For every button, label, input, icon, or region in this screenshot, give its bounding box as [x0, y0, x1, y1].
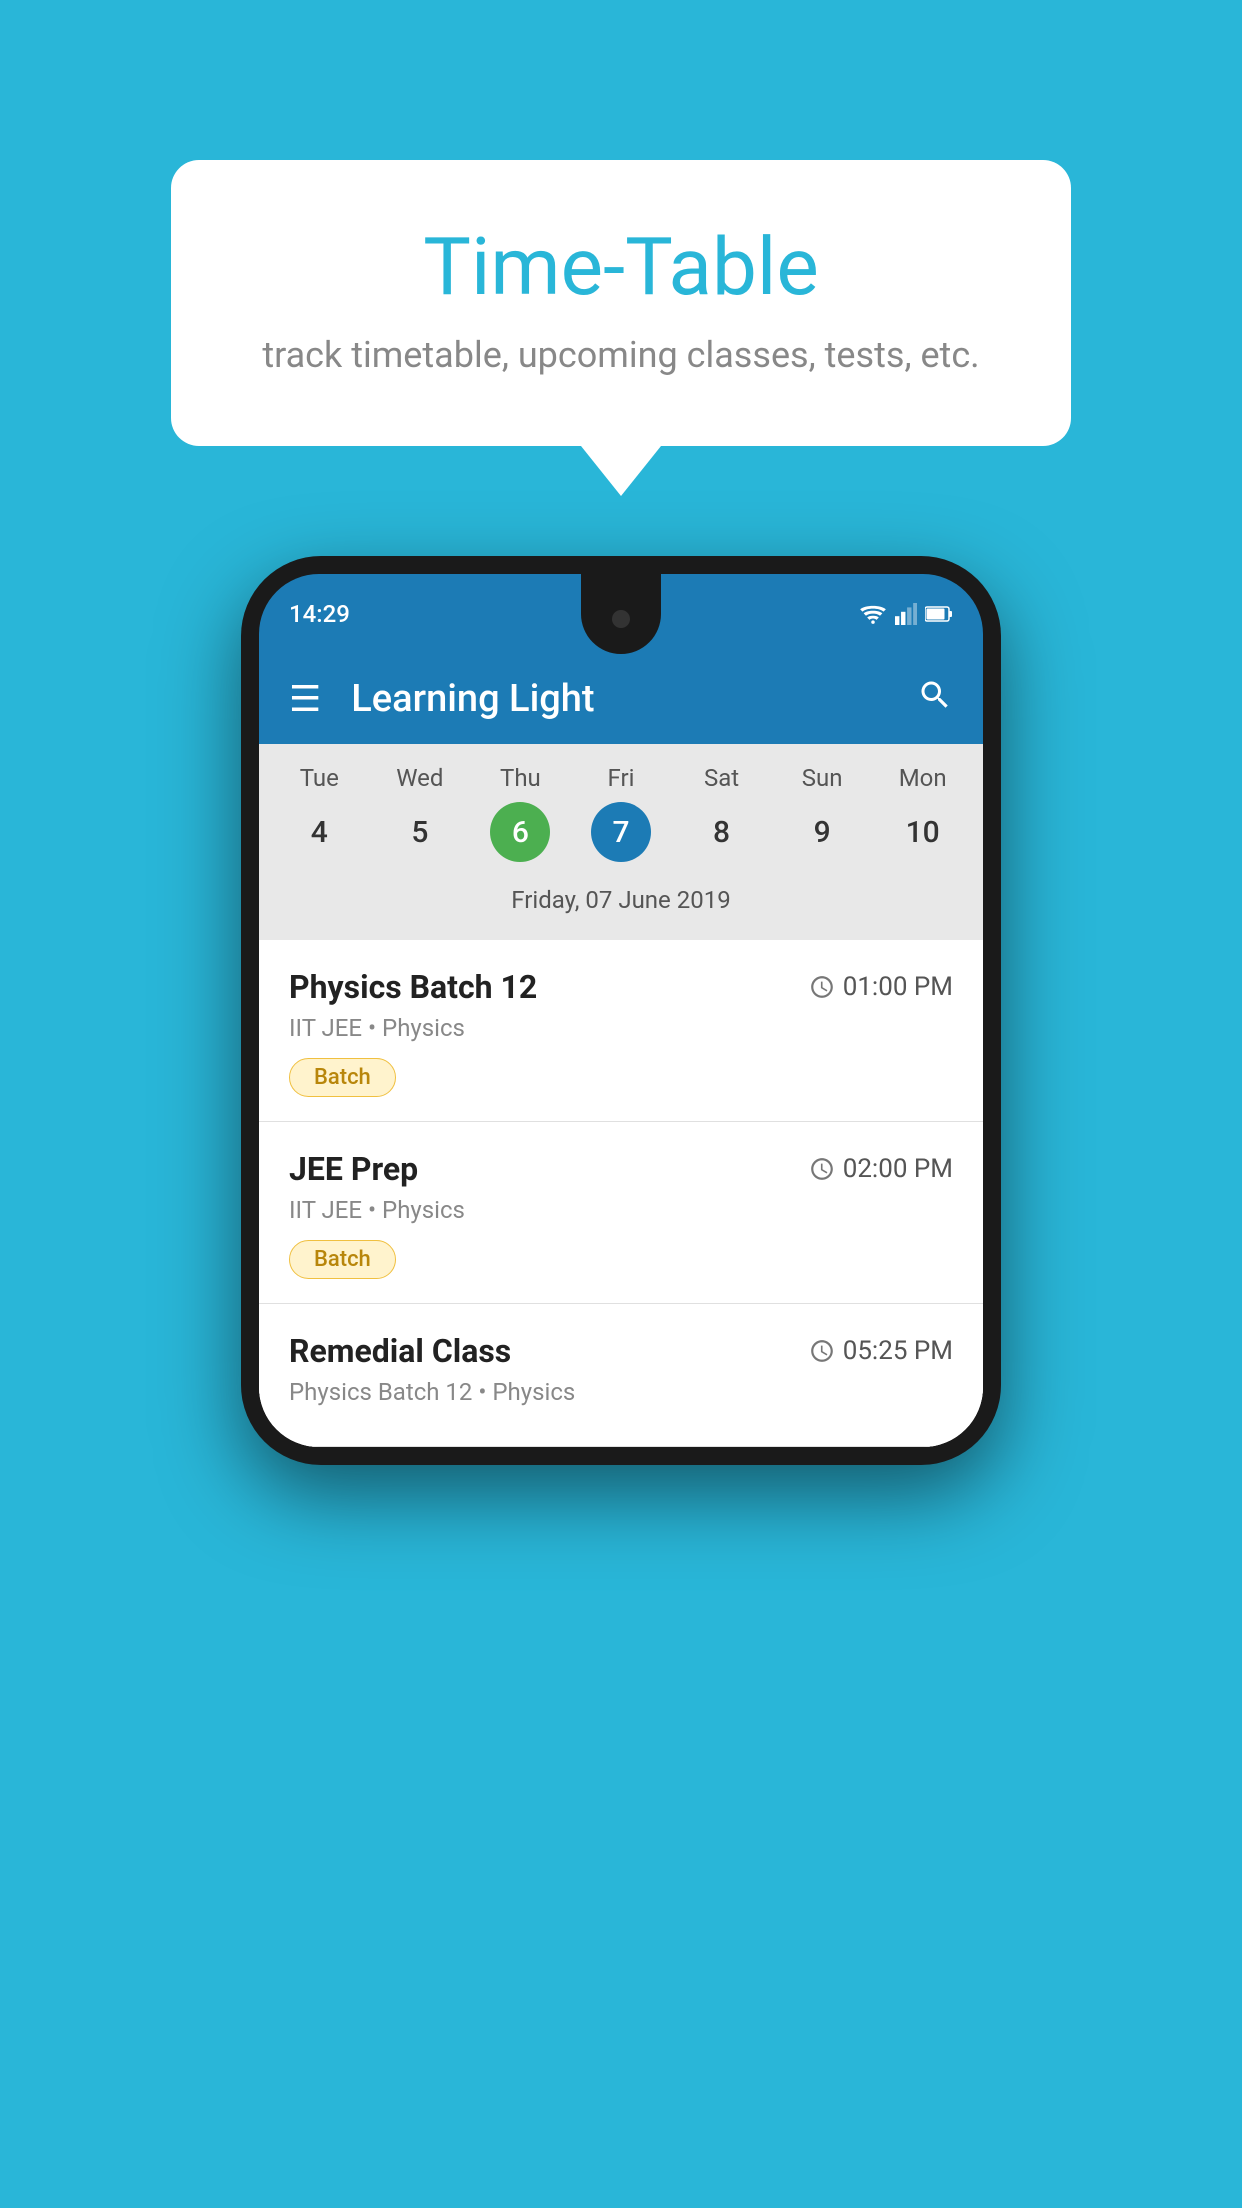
day-label-sun: Sun: [802, 764, 843, 792]
phone-screen: ☰ Learning Light Tue 4 Wed: [259, 654, 983, 1447]
day-num-fri: 7: [591, 802, 651, 862]
selected-date-label: Friday, 07 June 2019: [269, 874, 973, 930]
camera-dot: [612, 610, 630, 628]
day-col-sat[interactable]: Sat 8: [677, 764, 767, 862]
schedule-time-2: 02:00 PM: [809, 1154, 953, 1184]
status-time: 14:29: [289, 600, 350, 628]
day-col-tue[interactable]: Tue 4: [274, 764, 364, 862]
schedule-item-3[interactable]: Remedial Class 05:25 PM Physics Batch 12…: [259, 1304, 983, 1447]
schedule-title-3: Remedial Class: [289, 1332, 511, 1370]
status-icons: [859, 603, 953, 625]
phone-mockup: 14:29: [241, 556, 1001, 1465]
days-row: Tue 4 Wed 5 Thu 6 Fri 7: [269, 764, 973, 862]
phone-notch: [581, 574, 661, 654]
schedule-title-1: Physics Batch 12: [289, 968, 537, 1006]
schedule-title-2: JEE Prep: [289, 1150, 418, 1188]
day-label-thu: Thu: [500, 764, 541, 792]
schedule-time-3: 05:25 PM: [809, 1336, 953, 1366]
day-num-sun: 9: [792, 802, 852, 862]
day-col-wed[interactable]: Wed 5: [375, 764, 465, 862]
schedule-item-1-header: Physics Batch 12 01:00 PM: [289, 968, 953, 1006]
day-num-thu: 6: [490, 802, 550, 862]
schedule-list: Physics Batch 12 01:00 PM IIT JEE • Phys…: [259, 940, 983, 1447]
schedule-item-1[interactable]: Physics Batch 12 01:00 PM IIT JEE • Phys…: [259, 940, 983, 1122]
day-num-wed: 5: [390, 802, 450, 862]
day-num-mon: 10: [893, 802, 953, 862]
batch-badge-1: Batch: [289, 1058, 396, 1097]
schedule-meta-1: IIT JEE • Physics: [289, 1014, 953, 1042]
day-col-fri[interactable]: Fri 7: [576, 764, 666, 862]
app-subtitle: track timetable, upcoming classes, tests…: [251, 334, 991, 376]
app-bar: ☰ Learning Light: [259, 654, 983, 744]
schedule-item-2[interactable]: JEE Prep 02:00 PM IIT JEE • Physics Batc…: [259, 1122, 983, 1304]
wifi-icon: [859, 603, 887, 625]
day-label-wed: Wed: [396, 764, 443, 792]
clock-icon-3: [809, 1338, 835, 1364]
menu-icon[interactable]: ☰: [289, 678, 321, 720]
battery-icon: [925, 603, 953, 625]
day-label-mon: Mon: [899, 764, 947, 792]
schedule-meta-3: Physics Batch 12 • Physics: [289, 1378, 953, 1406]
clock-icon-1: [809, 974, 835, 1000]
signal-icon: [895, 603, 917, 625]
app-title-heading: Time-Table: [251, 220, 991, 314]
day-col-mon[interactable]: Mon 10: [878, 764, 968, 862]
day-num-sat: 8: [692, 802, 752, 862]
schedule-time-text-2: 02:00 PM: [843, 1154, 953, 1184]
schedule-meta-2: IIT JEE • Physics: [289, 1196, 953, 1224]
day-col-sun[interactable]: Sun 9: [777, 764, 867, 862]
clock-icon-2: [809, 1156, 835, 1182]
schedule-item-2-header: JEE Prep 02:00 PM: [289, 1150, 953, 1188]
phone-outer: 14:29: [241, 556, 1001, 1465]
schedule-time-text-3: 05:25 PM: [843, 1336, 953, 1366]
day-col-thu[interactable]: Thu 6: [475, 764, 565, 862]
speech-bubble: Time-Table track timetable, upcoming cla…: [171, 160, 1071, 446]
schedule-item-3-header: Remedial Class 05:25 PM: [289, 1332, 953, 1370]
speech-bubble-arrow: [581, 446, 661, 496]
schedule-time-1: 01:00 PM: [809, 972, 953, 1002]
calendar-strip: Tue 4 Wed 5 Thu 6 Fri 7: [259, 744, 983, 940]
app-bar-title: Learning Light: [351, 677, 917, 721]
schedule-time-text-1: 01:00 PM: [843, 972, 953, 1002]
search-icon[interactable]: [917, 677, 953, 722]
status-bar: 14:29: [259, 574, 983, 654]
day-num-tue: 4: [289, 802, 349, 862]
batch-badge-2: Batch: [289, 1240, 396, 1279]
speech-bubble-container: Time-Table track timetable, upcoming cla…: [171, 160, 1071, 496]
day-label-sat: Sat: [704, 764, 739, 792]
day-label-tue: Tue: [300, 764, 339, 792]
day-label-fri: Fri: [608, 764, 635, 792]
